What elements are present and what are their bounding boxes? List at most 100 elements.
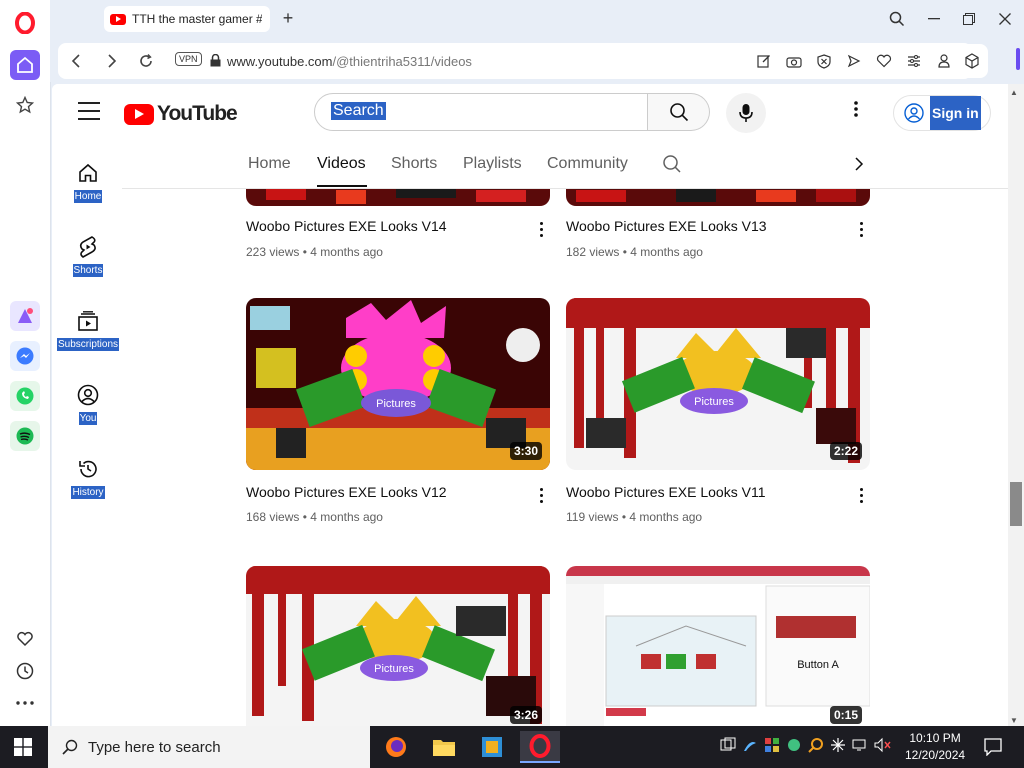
opera-sidebar <box>0 0 51 726</box>
video-title[interactable]: Woobo Pictures EXE Looks V14 <box>246 218 447 234</box>
video-thumbnail[interactable]: Button A 0:15 <box>566 566 870 726</box>
vpn-badge[interactable]: VPN <box>175 52 202 66</box>
tray-icon-1[interactable] <box>720 737 736 758</box>
taskbar-search-box[interactable]: Type here to search <box>48 726 370 768</box>
taskbar-clock[interactable]: 10:10 PM 12/20/2024 <box>905 730 965 764</box>
scroll-down-icon[interactable]: ▼ <box>1010 716 1018 725</box>
history-clock-icon[interactable] <box>10 656 40 686</box>
tray-icon-4[interactable] <box>786 737 802 758</box>
video-title[interactable]: Woobo Pictures EXE Looks V12 <box>246 484 447 500</box>
video-title[interactable]: Woobo Pictures EXE Looks V13 <box>566 218 767 234</box>
tab-home[interactable]: Home <box>248 155 291 173</box>
forward-icon[interactable] <box>102 51 122 71</box>
network-icon[interactable] <box>852 737 868 758</box>
sidebar-item-label: You <box>78 412 98 425</box>
youtube-logo[interactable]: YouTube <box>124 102 238 126</box>
tab-playlists[interactable]: Playlists <box>463 155 522 173</box>
page-scrollbar[interactable] <box>1008 84 1024 726</box>
whatsapp-icon[interactable] <box>10 381 40 411</box>
video-thumbnail[interactable]: Pictures 3:30 <box>246 298 550 470</box>
search-input[interactable]: Search <box>331 102 386 120</box>
close-window-button[interactable] <box>993 8 1017 30</box>
video-title[interactable]: Woobo Pictures EXE Looks V11 <box>566 484 765 500</box>
easy-setup-icon[interactable] <box>904 52 924 70</box>
video-menu-icon[interactable] <box>540 222 546 240</box>
new-tab-button[interactable]: + <box>278 8 298 28</box>
tray-icon-6[interactable] <box>830 737 846 758</box>
page-viewport: Woobo Pictures EXE Looks V14 223 views •… <box>52 84 1008 726</box>
edit-icon[interactable] <box>754 52 774 70</box>
url-text[interactable]: www.youtube.com/@thientriha5311/videos <box>227 54 472 69</box>
volume-muted-icon[interactable] <box>874 737 892 758</box>
lock-icon[interactable] <box>210 53 221 72</box>
profile-icon[interactable] <box>934 52 954 70</box>
reload-icon[interactable] <box>136 51 156 71</box>
windows-start-icon[interactable] <box>14 738 32 761</box>
video-thumbnail[interactable] <box>566 188 870 206</box>
notifications-icon[interactable] <box>984 738 1002 761</box>
sidebar-indicator <box>1016 48 1020 70</box>
my-flow-heart-icon[interactable] <box>10 624 40 654</box>
speed-dial-home-icon[interactable] <box>10 50 40 80</box>
taskbar-opera-icon[interactable] <box>520 731 560 763</box>
tab-search-icon[interactable] <box>885 8 909 30</box>
voice-search-button[interactable] <box>726 93 766 133</box>
tray-icon-3[interactable] <box>764 737 780 758</box>
search-button[interactable] <box>648 93 710 131</box>
scrollbar-thumb[interactable] <box>1010 482 1022 526</box>
thumb-pictures-text: Pictures <box>374 663 414 675</box>
video-meta: 223 views • 4 months ago <box>246 245 383 259</box>
spotify-icon[interactable] <box>10 421 40 451</box>
sign-in-button[interactable]: Sign in <box>893 95 991 131</box>
messenger-icon[interactable] <box>10 341 40 371</box>
sidebar-item-you[interactable]: You <box>52 382 124 426</box>
video-menu-icon[interactable] <box>860 222 866 240</box>
sidebar-item-label: History <box>71 486 105 499</box>
channel-search-icon[interactable] <box>662 154 682 179</box>
video-meta: 119 views • 4 months ago <box>566 510 702 524</box>
minimize-button[interactable] <box>922 8 946 30</box>
taskbar-firefox-icon[interactable] <box>376 731 416 763</box>
bookmarks-star-icon[interactable] <box>10 90 40 120</box>
tab-shorts[interactable]: Shorts <box>391 155 437 173</box>
ad-blocker-icon[interactable] <box>814 52 834 70</box>
sidebar-item-subscriptions[interactable]: Subscriptions <box>52 308 124 352</box>
menu-hamburger-icon[interactable] <box>78 102 100 126</box>
search-box[interactable]: Search <box>314 93 648 131</box>
taskbar-app-icon[interactable] <box>472 731 512 763</box>
video-thumbnail[interactable]: Pictures 2:22 <box>566 298 870 470</box>
video-menu-icon[interactable] <box>540 488 546 506</box>
settings-menu-icon[interactable] <box>854 101 858 122</box>
tabs-next-chevron-icon[interactable] <box>854 156 864 177</box>
extensions-cube-icon[interactable] <box>956 44 988 78</box>
scroll-up-icon[interactable]: ▲ <box>1010 88 1018 97</box>
opera-logo-icon[interactable] <box>10 8 40 38</box>
restore-button[interactable] <box>957 8 981 30</box>
video-thumbnail[interactable] <box>246 188 550 206</box>
video-thumbnail[interactable]: Pictures 3:26 <box>246 566 550 726</box>
browser-tab-youtube[interactable]: TTH the master gamer #Gi <box>104 6 270 32</box>
taskbar-file-explorer-icon[interactable] <box>424 731 464 763</box>
address-bar-row: VPN www.youtube.com/@thientriha5311/vide… <box>50 40 1024 82</box>
bookmark-heart-icon[interactable] <box>874 52 894 70</box>
video-views: 223 views <box>246 245 300 259</box>
thumb-button-a-text: Button A <box>797 659 839 671</box>
tray-icon-2[interactable] <box>742 737 758 758</box>
sidebar-item-shorts[interactable]: Shorts <box>52 234 124 278</box>
sidebar-more-icon[interactable] <box>10 688 40 718</box>
send-icon[interactable] <box>844 52 864 70</box>
video-menu-icon[interactable] <box>860 488 866 506</box>
sidebar-item-home[interactable]: Home <box>52 160 124 204</box>
url-host: www.youtube.com <box>227 54 333 69</box>
history-icon <box>52 456 124 482</box>
tab-videos[interactable]: Videos <box>317 155 366 173</box>
aria-ai-icon[interactable] <box>10 301 40 331</box>
channel-tabs: Home Videos Shorts Playlists Community <box>232 142 972 188</box>
tab-community[interactable]: Community <box>547 155 628 173</box>
video-duration: 3:30 <box>509 442 542 460</box>
sidebar-item-history[interactable]: History <box>52 456 124 500</box>
address-bar[interactable]: VPN www.youtube.com/@thientriha5311/vide… <box>58 43 972 79</box>
back-icon[interactable] <box>66 51 86 71</box>
snapshot-camera-icon[interactable] <box>784 52 804 70</box>
tray-icon-5[interactable] <box>808 737 824 758</box>
